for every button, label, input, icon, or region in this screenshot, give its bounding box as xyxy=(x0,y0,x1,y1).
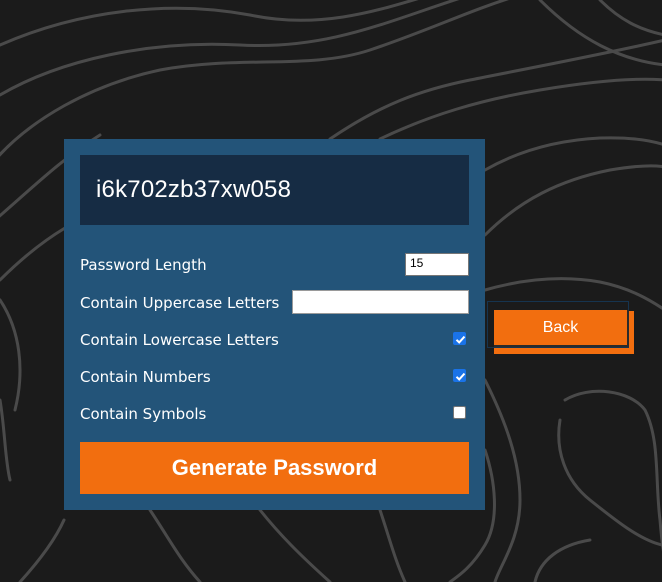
uppercase-label: Contain Uppercase Letters xyxy=(80,294,280,312)
password-length-label: Password Length xyxy=(80,256,207,274)
back-button[interactable]: Back xyxy=(494,310,629,347)
password-length-row: Password Length 15 xyxy=(80,253,469,277)
checkmark-icon xyxy=(455,335,466,344)
back-button-group: Back xyxy=(487,301,634,354)
symbols-label: Contain Symbols xyxy=(80,405,207,423)
numbers-checkbox[interactable] xyxy=(453,369,466,382)
lowercase-row: Contain Lowercase Letters xyxy=(80,328,469,352)
password-length-input[interactable]: 15 xyxy=(405,253,469,276)
symbols-row: Contain Symbols xyxy=(80,402,469,426)
checkmark-icon xyxy=(455,372,466,381)
lowercase-checkbox[interactable] xyxy=(453,332,466,345)
generate-password-button[interactable]: Generate Password xyxy=(80,442,469,494)
numbers-label: Contain Numbers xyxy=(80,368,211,386)
generated-password[interactable]: i6k702zb37xw058 xyxy=(96,176,291,204)
uppercase-row: Contain Uppercase Letters xyxy=(80,290,469,315)
password-generator-card: i6k702zb37xw058 Password Length 15 Conta… xyxy=(64,139,485,510)
numbers-row: Contain Numbers xyxy=(80,365,469,389)
uppercase-input[interactable] xyxy=(292,290,469,314)
symbols-checkbox[interactable] xyxy=(453,406,466,419)
password-result-box[interactable]: i6k702zb37xw058 xyxy=(80,155,469,225)
lowercase-label: Contain Lowercase Letters xyxy=(80,331,279,349)
